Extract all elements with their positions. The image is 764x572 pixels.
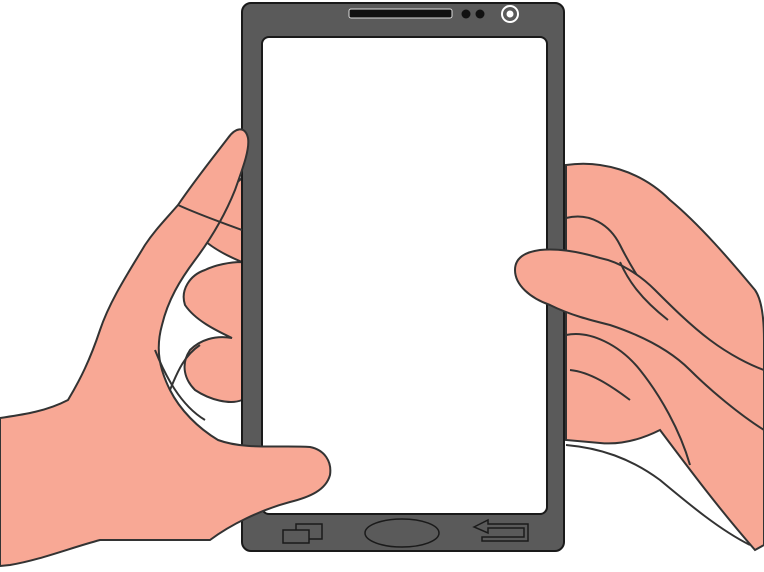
speaker-grille-icon bbox=[348, 8, 453, 19]
illustration-stage bbox=[0, 0, 764, 572]
sensor-dot-icon bbox=[461, 9, 471, 19]
phone-screen bbox=[261, 36, 548, 515]
sensor-dot-icon bbox=[475, 9, 485, 19]
home-button-icon[interactable] bbox=[364, 518, 440, 548]
front-camera-lens bbox=[506, 10, 514, 18]
hands-holding-phone-illustration bbox=[0, 2, 764, 568]
